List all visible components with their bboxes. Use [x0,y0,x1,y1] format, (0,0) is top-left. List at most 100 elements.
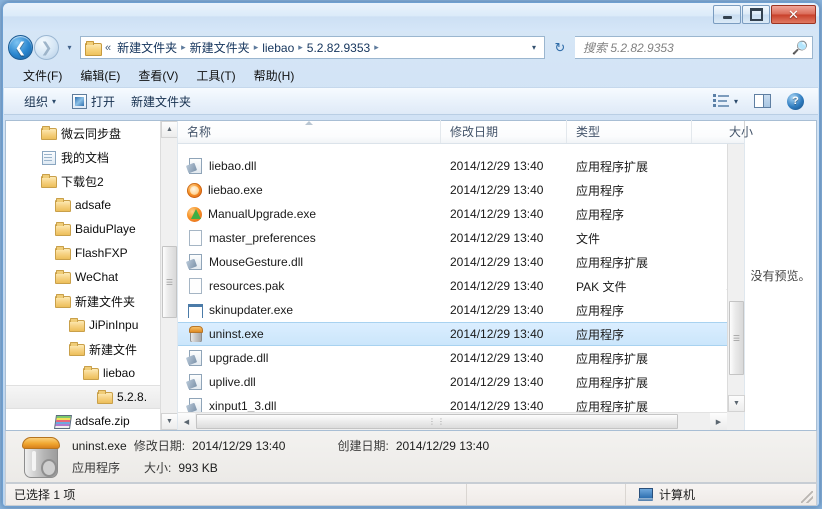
file-name-cell: liebao.exe [178,182,441,198]
tree-item-wechat[interactable]: WeChat [6,265,160,289]
table-row[interactable]: liebao.dll 2014/12/29 13:40 应用程序扩展 7,89 [178,154,727,178]
nav-scroll-down-button[interactable]: ▼ [161,413,177,430]
column-header-type-label: 类型 [576,125,601,139]
tree-item-downloads2[interactable]: 下载包2 [6,169,160,193]
tree-item-label: 微云同步盘 [61,126,122,141]
nav-vertical-scrollbar[interactable]: ▲ ☰ ▼ [160,121,177,430]
menu-tools[interactable]: 工具(T) [188,65,243,86]
tree-item-adsafe[interactable]: adsafe [6,193,160,217]
tree-item-label: 新建文件夹 [75,294,136,309]
file-scroll-right-button[interactable]: ▶ [710,413,727,430]
tree-item-my-documents[interactable]: 我的文档 [6,145,160,169]
menu-edit[interactable]: 编辑(E) [72,65,128,86]
folder-icon [54,294,71,308]
show-preview-pane-button[interactable] [746,91,779,111]
open-icon [72,93,88,109]
details-pane: uninst.exe 修改日期: 2014/12/29 13:40 创建日期: … [5,431,817,483]
tree-item-label: adsafe [75,198,112,212]
file-list-pane: 名称 修改日期 类型 大小 liebao.dll 2014/12/29 13:4… [178,120,753,430]
tree-item-adsafe-zip[interactable]: adsafe.zip [6,409,160,430]
search-icon[interactable]: 🔍 [792,40,808,56]
tree-item-new-folder[interactable]: 新建文件夹 [6,289,160,313]
table-row[interactable]: liebao.exe 2014/12/29 13:40 应用程序 1,62 [178,178,727,202]
breadcrumb-item-0[interactable]: 新建文件夹 [114,39,180,56]
details-size-label: 大小: [144,461,172,475]
nav-scroll-thumb[interactable]: ☰ [162,246,177,318]
breadcrumb-overflow[interactable]: « [104,42,114,54]
table-row[interactable]: resources.pak 2014/12/29 13:40 PAK 文件 12… [178,274,727,298]
file-date-cell: 2014/12/29 13:40 [450,159,544,173]
new-folder-button[interactable]: 新建文件夹 [123,90,199,113]
tree-item-version-selected[interactable]: 5.2.8. [6,385,160,409]
navigation-pane: 微云同步盘 我的文档 下载包2 adsafe BaiduPlaye FlashF… [6,121,178,430]
chevron-down-icon[interactable]: ▾ [526,43,542,52]
chevron-down-icon: ▾ [52,96,57,106]
file-size-cell: 12,09 [692,279,727,293]
table-row[interactable]: MouseGesture.dll 2014/12/29 13:40 应用程序扩展… [178,250,727,274]
liebao-app-icon [187,182,202,198]
back-arrow-icon[interactable]: ❮ [8,35,33,60]
tree-item-baiduplayer[interactable]: BaiduPlaye [6,217,160,241]
file-rows: liebao.dll 2014/12/29 13:40 应用程序扩展 7,89 … [178,144,727,412]
address-bar-row: ❮ ❯ ▾ « 新建文件夹 ▸ 新建文件夹 ▸ liebao ▸ 5.2.82.… [3,31,819,64]
file-hscroll-thumb[interactable]: ⋮⋮ [196,414,678,429]
table-row[interactable]: master_preferences 2014/12/29 13:40 文件 [178,226,727,250]
file-type-cell: 应用程序 [576,207,625,222]
tree-item-flashfxp[interactable]: FlashFXP [6,241,160,265]
column-header-type[interactable]: 类型 [567,120,692,143]
maximize-button[interactable] [742,5,770,24]
tree-item-new-folder-2[interactable]: 新建文件 [6,337,160,361]
forward-arrow-icon[interactable]: ❯ [34,35,59,60]
breadcrumb-item-1[interactable]: 新建文件夹 [187,39,253,56]
file-scroll-left-button[interactable]: ◀ [178,413,195,430]
table-row[interactable]: upgrade.dll 2014/12/29 13:40 应用程序扩展 89 [178,346,727,370]
breadcrumb[interactable]: « 新建文件夹 ▸ 新建文件夹 ▸ liebao ▸ 5.2.82.9353 ▸… [80,36,545,59]
file-type-cell: 应用程序扩展 [576,399,649,413]
search-input[interactable]: 搜索 5.2.82.9353 🔍 [575,36,813,59]
close-button[interactable]: ✕ [771,5,816,24]
tree-item-jipininput[interactable]: JiPinInpu [6,313,160,337]
recent-locations-icon[interactable]: ▾ [63,37,76,59]
column-header-date[interactable]: 修改日期 [441,120,567,143]
file-scroll-thumb[interactable]: ☰ [729,301,744,375]
tree-item-label: adsafe.zip [75,414,130,428]
table-row[interactable] [178,144,727,154]
details-type-value: 应用程序 [72,461,121,475]
menu-file[interactable]: 文件(F) [15,65,70,86]
file-name-cell: master_preferences [178,230,441,246]
refresh-icon[interactable]: ↻ [549,36,571,59]
table-row[interactable]: skinupdater.exe 2014/12/29 13:40 应用程序 2,… [178,298,727,322]
menu-help[interactable]: 帮助(H) [246,65,303,86]
change-view-button[interactable]: ▾ [705,91,746,111]
breadcrumb-item-3[interactable]: 5.2.82.9353 [304,41,373,55]
organize-button[interactable]: 组织 ▾ [16,90,64,113]
table-row[interactable]: ManualUpgrade.exe 2014/12/29 13:40 应用程序 … [178,202,727,226]
help-button[interactable]: ? [779,90,812,113]
skin-app-icon [187,302,203,318]
nav-scroll-up-button[interactable]: ▲ [161,121,177,138]
table-row-selected[interactable]: uninst.exe 2014/12/29 13:40 应用程序 99 [178,322,727,346]
file-name-cell: uplive.dll [178,374,441,390]
column-header-name[interactable]: 名称 [178,120,441,143]
table-row[interactable]: uplive.dll 2014/12/29 13:40 应用程序扩展 1,93 [178,370,727,394]
tree-item-weiyun[interactable]: 微云同步盘 [6,121,160,145]
table-row[interactable]: xinput1_3.dll 2014/12/29 13:40 应用程序扩展 8 [178,394,727,412]
menu-view[interactable]: 查看(V) [130,65,186,86]
folder-icon [68,318,85,332]
folder-icon [40,174,57,188]
file-scroll-down-button[interactable]: ▼ [728,395,745,412]
menu-bar: 文件(F) 编辑(E) 查看(V) 工具(T) 帮助(H) [3,64,819,87]
open-button[interactable]: 打开 [64,90,123,113]
file-list-vertical-scrollbar[interactable]: ▲ ☰ ▼ [727,121,745,412]
breadcrumb-separator[interactable]: ▸ [373,42,380,53]
resize-gripper[interactable] [801,491,813,503]
column-header-size[interactable]: 大小 [692,120,762,143]
chevron-down-icon: ▾ [733,96,738,106]
dll-file-icon [187,254,203,270]
minimize-button[interactable] [713,5,741,24]
tree-item-liebao[interactable]: liebao [6,361,160,385]
details-text: uninst.exe 修改日期: 2014/12/29 13:40 创建日期: … [72,437,489,476]
breadcrumb-item-2[interactable]: liebao [259,41,297,55]
tree-item-label: JiPinInpu [89,318,139,332]
file-list-horizontal-scrollbar[interactable]: ◀ ⋮⋮ ▶ [178,412,727,430]
